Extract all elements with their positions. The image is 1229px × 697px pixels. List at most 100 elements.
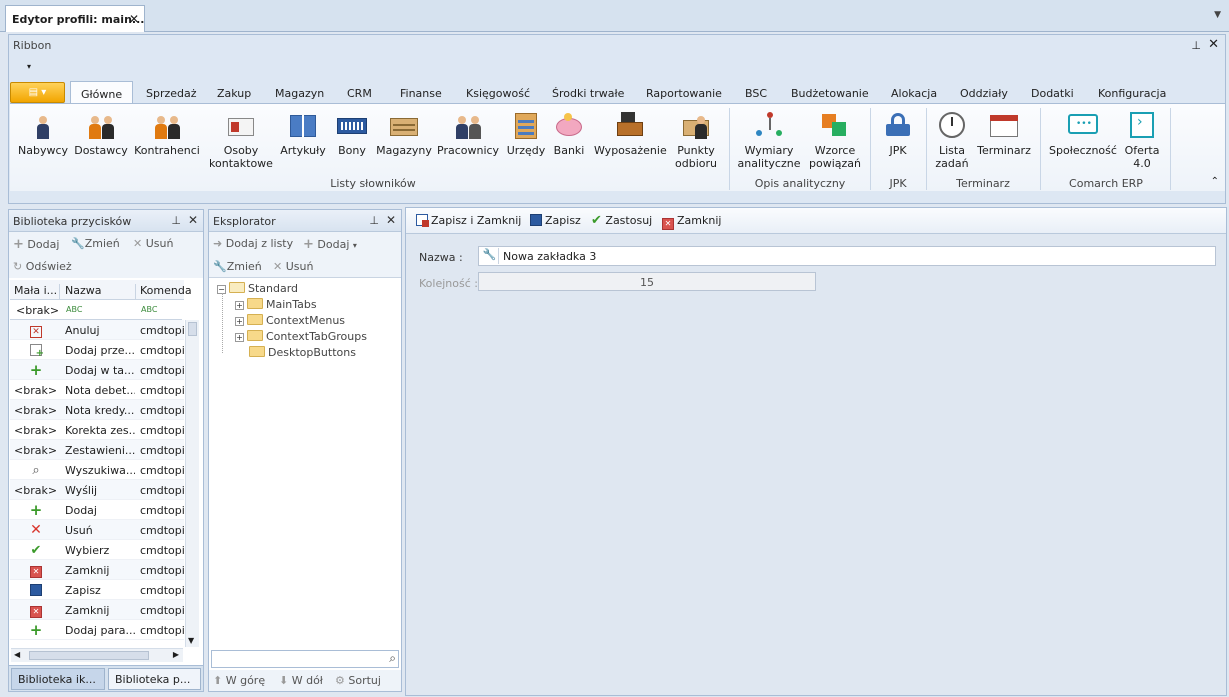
table-row[interactable]: ⌕ Wyszukiwa... cmdtopic — [10, 460, 184, 480]
tab-button-library[interactable]: Biblioteka p... — [108, 668, 201, 690]
nabywcy-button[interactable]: Nabywcy — [18, 110, 68, 157]
tab-alokacja[interactable]: Alokacja — [891, 87, 937, 100]
close-icon[interactable]: ✕ — [1208, 37, 1219, 52]
table-row[interactable]: + Dodaj prze... cmdtopic — [10, 340, 184, 360]
table-row[interactable]: + Dodaj cmdtopic — [10, 500, 184, 520]
table-row[interactable]: <brak> Nota kredy... cmdtopic — [10, 400, 184, 420]
add-button[interactable]: + Dodaj — [13, 237, 59, 252]
document-tab[interactable]: Edytor profili: main... ✕ — [5, 5, 145, 32]
wzorce-powiazan-button[interactable]: Wzorce powiązań — [806, 110, 864, 170]
column-header-icon[interactable]: Mała i... — [14, 284, 57, 297]
move-down-button[interactable]: ⬇ W dół — [279, 674, 323, 687]
tab-icon-library[interactable]: Biblioteka ik... — [11, 668, 105, 690]
add-from-list-button[interactable]: ➜ Dodaj z listy — [213, 237, 293, 250]
tab-ksiegowosc[interactable]: Księgowość — [466, 87, 530, 100]
scroll-left-icon[interactable]: ◀ — [14, 650, 20, 659]
spolecznosc-button[interactable]: ••• Społeczność — [1046, 110, 1120, 157]
delete-button[interactable]: ✕ Usuń — [273, 260, 313, 273]
tree-node-contexttabgroups[interactable]: + ContextTabGroups — [235, 330, 367, 343]
dostawcy-button[interactable]: Dostawcy — [73, 110, 129, 157]
wyposazenie-button[interactable]: Wyposażenie — [594, 110, 667, 157]
tab-srodki-trwale[interactable]: Środki trwałe — [552, 87, 624, 100]
edit-button[interactable]: 🔧Zmień — [71, 237, 120, 250]
refresh-button[interactable]: ↻ Odśwież — [13, 260, 72, 273]
tab-bsc[interactable]: BSC — [745, 87, 767, 100]
explorer-search-input[interactable] — [213, 652, 379, 666]
terminarz-button[interactable]: Terminarz — [976, 110, 1032, 157]
wrench-icon[interactable]: 🔧 — [481, 248, 499, 264]
table-row[interactable]: + Dodaj w ta... cmdtopic — [10, 360, 184, 380]
table-row[interactable]: ✕ Zamknij cmdtopic — [10, 600, 184, 620]
search-icon[interactable]: ⌕ — [389, 651, 396, 666]
expand-icon[interactable]: + — [235, 317, 244, 326]
bony-button[interactable]: Bony — [332, 110, 372, 157]
sort-button[interactable]: ⚙ Sortuj — [335, 674, 381, 687]
close-icon[interactable]: ✕ — [386, 213, 396, 227]
kontrahenci-button[interactable]: Kontrahenci — [134, 110, 200, 157]
tab-finanse[interactable]: Finanse — [400, 87, 442, 100]
delete-button[interactable]: ✕ Usuń — [133, 237, 173, 250]
apply-button[interactable]: ✔ Zastosuj — [591, 213, 652, 228]
urzedy-button[interactable]: Urzędy — [504, 110, 548, 157]
pin-icon[interactable]: ⊥ — [171, 214, 181, 227]
save-and-close-button[interactable]: Zapisz i Zamknij — [416, 214, 521, 227]
tree-node-standard[interactable]: − Standard — [217, 282, 298, 295]
tab-glowne[interactable]: Główne — [70, 81, 134, 104]
jpk-button[interactable]: JPK — [876, 110, 920, 157]
magazyny-button[interactable]: Magazyny — [376, 110, 432, 157]
tab-magazyn[interactable]: Magazyn — [275, 87, 324, 100]
punkty-odbioru-button[interactable]: Punkty odbioru — [670, 110, 722, 170]
close-icon[interactable]: ✕ — [129, 12, 139, 26]
table-row[interactable]: + Dodaj para... cmdtopic — [10, 620, 184, 640]
add-dropdown-button[interactable]: + Dodaj ▾ — [303, 237, 357, 252]
application-menu-button[interactable]: ▤ ▾ — [10, 82, 65, 103]
expand-icon[interactable]: + — [235, 333, 244, 342]
close-icon[interactable]: ✕ — [188, 213, 198, 227]
close-button[interactable]: ✕ Zamknij — [662, 214, 721, 230]
tree-node-maintabs[interactable]: + MainTabs — [235, 298, 317, 311]
pin-icon[interactable]: ⊥ — [1191, 39, 1201, 52]
tree-node-desktopbuttons[interactable]: DesktopButtons — [249, 346, 356, 359]
lista-zadan-button[interactable]: Lista zadań — [932, 110, 972, 170]
table-row[interactable]: ✕ Anuluj cmdtopic — [10, 320, 184, 340]
quick-access-dropdown-icon[interactable]: ▾ — [27, 62, 31, 71]
tab-oddzialy[interactable]: Oddziały — [960, 87, 1008, 100]
scrollbar-thumb[interactable] — [29, 651, 149, 660]
scroll-right-icon[interactable]: ▶ — [173, 650, 179, 659]
table-row[interactable]: ✕ Usuń cmdtopic — [10, 520, 184, 540]
horizontal-scrollbar[interactable]: ◀ ▶ — [11, 648, 183, 662]
name-field[interactable]: 🔧 Nowa zakładka 3 — [478, 246, 1216, 266]
filter-row[interactable]: <brak> ABC ABC — [10, 300, 182, 320]
artykuly-button[interactable]: Artykuły — [278, 110, 328, 157]
pin-icon[interactable]: ⊥ — [369, 214, 379, 227]
save-button[interactable]: Zapisz — [530, 214, 581, 227]
column-header-name[interactable]: Nazwa — [65, 284, 101, 297]
order-field[interactable]: 15 — [478, 272, 816, 291]
table-row[interactable]: <brak> Wyślij cmdtopic — [10, 480, 184, 500]
expand-icon[interactable]: + — [235, 301, 244, 310]
table-row[interactable]: <brak> Korekta zes... cmdtopic — [10, 420, 184, 440]
chevron-down-icon[interactable]: ▼ — [1214, 10, 1221, 20]
table-row[interactable]: Zapisz cmdtopic — [10, 580, 184, 600]
scrollbar-thumb[interactable] — [188, 322, 197, 336]
tab-raportowanie[interactable]: Raportowanie — [646, 87, 722, 100]
table-row[interactable]: <brak> Nota debet... cmdtopic — [10, 380, 184, 400]
scroll-down-icon[interactable]: ▼ — [188, 636, 194, 645]
vertical-scrollbar[interactable]: ▼ — [185, 320, 199, 647]
tab-sprzedaz[interactable]: Sprzedaż — [146, 87, 197, 100]
table-row[interactable]: ✕ Zamknij cmdtopic — [10, 560, 184, 580]
collapse-ribbon-icon[interactable]: ⌃ — [1211, 176, 1219, 187]
tab-konfiguracja[interactable]: Konfiguracja — [1098, 87, 1166, 100]
tab-zakup[interactable]: Zakup — [217, 87, 251, 100]
tab-crm[interactable]: CRM — [347, 87, 372, 100]
tab-dodatki[interactable]: Dodatki — [1031, 87, 1074, 100]
pracownicy-button[interactable]: Pracownicy — [437, 110, 499, 157]
move-up-button[interactable]: ⬆ W górę — [213, 674, 265, 687]
tab-budzetowanie[interactable]: Budżetowanie — [791, 87, 869, 100]
table-row[interactable]: <brak> Zestawieni... cmdtopic — [10, 440, 184, 460]
osoby-kontaktowe-button[interactable]: Osoby kontaktowe — [208, 110, 274, 170]
column-header-command[interactable]: Komenda — [140, 284, 192, 297]
oferta-button[interactable]: › Oferta 4.0 — [1122, 110, 1162, 170]
wymiary-analityczne-button[interactable]: Wymiary analityczne — [736, 110, 802, 170]
table-row[interactable]: ✔ Wybierz cmdtopic — [10, 540, 184, 560]
